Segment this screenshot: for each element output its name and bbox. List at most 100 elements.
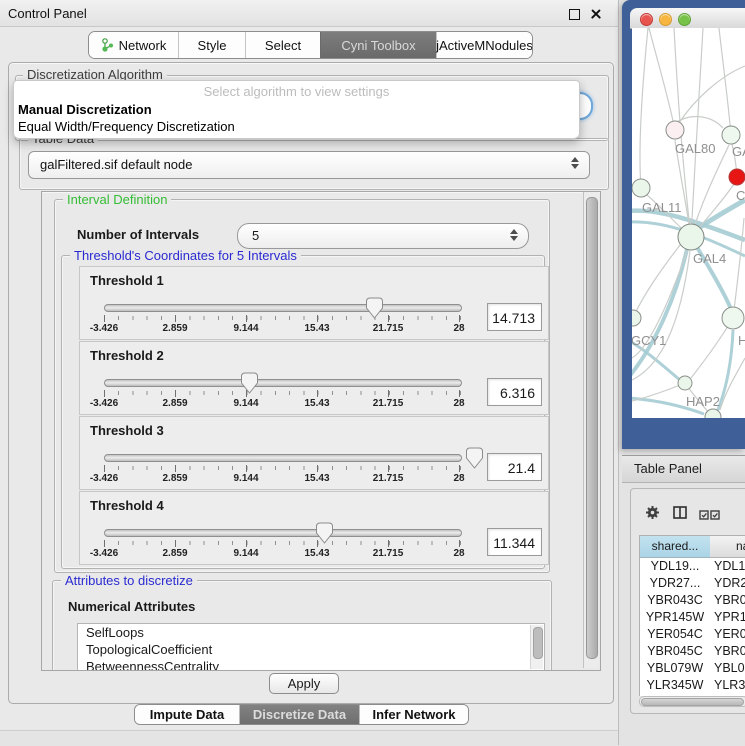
dropdown-option-manual[interactable]: Manual Discretization: [18, 102, 152, 117]
node-label-gal80: GAL80: [675, 141, 715, 156]
threshold-3-slider[interactable]: [104, 454, 462, 462]
network-view-window: GAL80 GA C GAL11 GAL4 GCY1 H HAP2: [622, 0, 745, 449]
node-hap2[interactable]: [678, 376, 692, 390]
threshold-1-slider[interactable]: [104, 304, 462, 312]
dropdown-option-equal-width[interactable]: Equal Width/Frequency Discretization: [18, 119, 235, 134]
combobox-stepper-icon: [571, 157, 579, 169]
dropdown-placeholder-option[interactable]: Select algorithm to view settings: [14, 84, 579, 99]
table-row[interactable]: YBL079WYBL079W: [640, 660, 745, 677]
tab-impute-data[interactable]: Impute Data: [135, 705, 239, 724]
control-panel: Control Panel Network Style Select Cyni …: [0, 0, 619, 745]
panel-title: Control Panel: [8, 6, 87, 21]
spinner-arrows-icon[interactable]: [510, 229, 518, 241]
minor-ticks: [104, 316, 461, 320]
table-row[interactable]: YER054CYER054C: [640, 626, 745, 643]
threshold-2-slider[interactable]: [104, 379, 462, 387]
table-panel-titlebar: Table Panel: [622, 455, 745, 483]
numerical-attributes-list: SelfLoops TopologicalCoefficient Between…: [77, 623, 545, 671]
apply-button[interactable]: Apply: [269, 673, 339, 694]
table-panel-body: shared... name YDL19...YDL19... YDR27...…: [630, 488, 745, 714]
thresholds-group-title: Threshold's Coordinates for 5 Intervals: [70, 249, 301, 263]
node-label-clipped-c: C: [736, 188, 745, 203]
attributes-group-title: Attributes to discretize: [61, 574, 197, 588]
node-label-hap2: HAP2: [686, 394, 720, 409]
minor-ticks: [104, 541, 461, 545]
list-item[interactable]: BetweennessCentrality: [78, 658, 544, 671]
bottom-tabbar: Impute Data Discretize Data Infer Networ…: [134, 704, 469, 725]
threshold-3-value-field[interactable]: 21.4: [487, 453, 542, 481]
threshold-4-row: Threshold 4 -3.426 2.859 9.144 15.43 21.…: [79, 491, 549, 565]
node-label-gcy1: GCY1: [632, 333, 666, 348]
list-item[interactable]: TopologicalCoefficient: [78, 641, 544, 658]
threshold-4-value-field[interactable]: 11.344: [487, 528, 542, 556]
threshold-3-row: Threshold 3 -3.426 2.859 9.144 15.43 21.…: [79, 416, 549, 490]
number-of-intervals-label: Number of Intervals: [77, 227, 199, 242]
node-clipped-right[interactable]: [722, 126, 740, 144]
footer-strip: [0, 730, 618, 746]
threshold-1-value-field[interactable]: 14.713: [487, 303, 542, 331]
select-all-checkbox-icon[interactable]: [699, 508, 709, 523]
threshold-2-row: Threshold 2 -3.426 2.859 9.144 15.43 21.…: [79, 341, 549, 415]
list-item[interactable]: SelfLoops: [78, 624, 544, 641]
node-gal80[interactable]: [666, 121, 684, 139]
list-scrollbar[interactable]: [530, 625, 543, 669]
top-tabbar: Network Style Select Cyni Toolbox jActiv…: [88, 31, 533, 59]
table-horizontal-scrollbar[interactable]: [639, 696, 745, 707]
interval-definition-group: Interval Definition Number of Intervals …: [54, 199, 550, 573]
network-window-titlebar: [630, 8, 745, 29]
node-h[interactable]: [722, 307, 744, 329]
tab-discretize-data[interactable]: Discretize Data: [239, 705, 359, 724]
node-label-clipped-ga: GA: [732, 144, 745, 159]
node-red-selected[interactable]: [729, 169, 745, 185]
table-row[interactable]: YLR345WYLR345W: [640, 677, 745, 694]
node-gal11[interactable]: [632, 179, 650, 197]
threshold-4-slider[interactable]: [104, 529, 462, 537]
table-row[interactable]: YPR145WYPR145W: [640, 609, 745, 626]
network-canvas[interactable]: GAL80 GA C GAL11 GAL4 GCY1 H HAP2: [632, 28, 745, 418]
minor-ticks: [104, 466, 461, 470]
tab-jactivemnodules[interactable]: jActiveMNodules: [436, 32, 532, 58]
node-gcy1[interactable]: [632, 310, 641, 326]
column-layout-icon[interactable]: [673, 506, 687, 522]
table-row[interactable]: YDR27...YDR27...: [640, 575, 745, 592]
gear-icon[interactable]: [645, 505, 660, 523]
close-icon[interactable]: [590, 8, 602, 20]
tab-style[interactable]: Style: [178, 32, 245, 58]
column-header-name[interactable]: name: [710, 536, 745, 558]
tab-network[interactable]: Network: [89, 32, 178, 58]
table-data-combobox[interactable]: galFiltered.sif default node: [28, 151, 590, 179]
attributes-group: Attributes to discretize Numerical Attri…: [52, 580, 552, 671]
table-data-group: Table Data galFiltered.sif default node: [19, 138, 609, 190]
network-icon: [101, 38, 114, 52]
node-gal4[interactable]: [678, 224, 704, 250]
minor-ticks: [104, 391, 461, 395]
threshold-2-slider-thumb[interactable]: [241, 372, 258, 397]
tab-infer-network[interactable]: Infer Network: [359, 705, 468, 724]
settings-scrollpane: Interval Definition Number of Intervals …: [41, 191, 601, 671]
table-row[interactable]: YDL19...YDL19...: [640, 558, 745, 575]
threshold-1-slider-thumb[interactable]: [366, 297, 383, 322]
node-table: shared... name YDL19...YDL19... YDR27...…: [639, 535, 745, 696]
interval-definition-title: Interval Definition: [63, 193, 171, 207]
column-header-shared-name[interactable]: shared...: [640, 536, 711, 558]
node-label-gal11: GAL11: [642, 200, 682, 215]
minimize-traffic-light-icon[interactable]: [659, 13, 672, 26]
table-panel-title: Table Panel: [634, 461, 702, 476]
tab-cyni-toolbox[interactable]: Cyni Toolbox: [320, 32, 436, 58]
control-panel-titlebar: Control Panel: [0, 0, 618, 27]
tab-select[interactable]: Select: [245, 32, 320, 58]
numerical-attributes-label: Numerical Attributes: [68, 599, 195, 614]
node-label-gal4: GAL4: [693, 251, 726, 266]
table-row[interactable]: YBR043CYBR043C: [640, 592, 745, 609]
deselect-all-checkbox-icon[interactable]: [710, 508, 720, 523]
threshold-1-row: Threshold 1 -3.426 2.859 9.144 15.43 21.…: [79, 266, 549, 340]
float-window-icon[interactable]: [569, 9, 580, 20]
scrollpane-scrollbar[interactable]: [583, 192, 599, 668]
threshold-4-slider-thumb[interactable]: [316, 522, 333, 547]
close-traffic-light-icon[interactable]: [640, 13, 653, 26]
threshold-2-value-field[interactable]: 6.316: [487, 378, 542, 406]
zoom-traffic-light-icon[interactable]: [678, 13, 691, 26]
number-of-intervals-spinner[interactable]: 5: [237, 223, 529, 249]
threshold-3-slider-thumb[interactable]: [466, 447, 483, 472]
table-row[interactable]: YBR045CYBR045C: [640, 643, 745, 660]
